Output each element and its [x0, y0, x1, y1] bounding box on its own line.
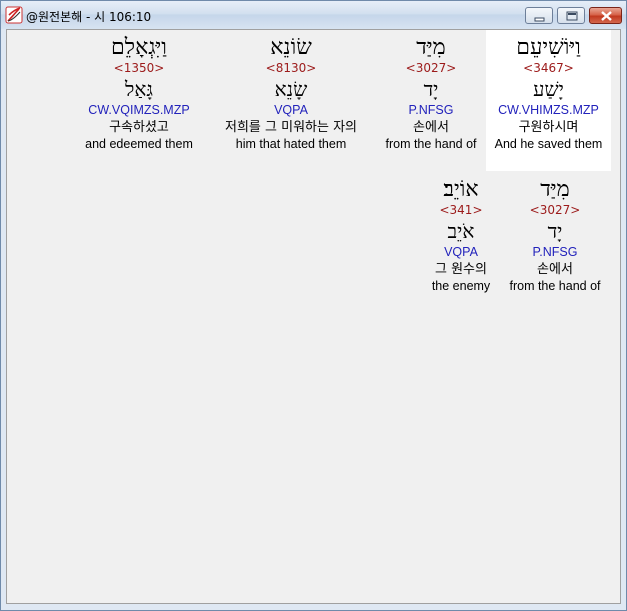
strong-number[interactable]: <3027>: [381, 61, 481, 77]
interlinear-panel[interactable]: וַיּוֹשִׁיעֵם <3467> יָשַׁע CW.VHIMZS.MZ…: [6, 29, 621, 604]
parsing-code: CW.VQIMZS.MZP: [88, 103, 190, 117]
hebrew-word: וַיִּגְאָלֵם: [111, 35, 167, 60]
lemma: אֹיֵב: [447, 219, 475, 243]
word-cell[interactable]: אוֹיֵב׃ <341> אֹיֵב VQPA 그 원수의 the enemy: [423, 172, 499, 313]
strong-number[interactable]: <1350>: [80, 61, 198, 77]
word-cell[interactable]: שׂוֹנֵא <8130> שָׂנֵא VQPA 저희를 그 미워하는 자의…: [208, 30, 374, 171]
hebrew-word: וַיּוֹשִׁיעֵם: [516, 35, 581, 60]
lemma: שָׂנֵא: [274, 77, 308, 101]
english-gloss: And he saved them: [494, 137, 603, 151]
app-feather-icon[interactable]: [5, 6, 23, 24]
title-bar[interactable]: @원전본해 - 시 106:10: [1, 1, 626, 29]
parsing-code: P.NFSG: [408, 103, 454, 117]
lemma: יָשַׁע: [533, 77, 564, 101]
english-gloss: him that hated them: [235, 137, 347, 151]
parsing-code: VQPA: [274, 103, 308, 117]
strong-number[interactable]: <8130>: [208, 61, 374, 77]
parsing-code: CW.VHIMZS.MZP: [498, 103, 599, 117]
maximize-icon: [566, 11, 578, 21]
hebrew-word: שׂוֹנֵא: [270, 35, 312, 60]
parsing-code: P.NFSG: [532, 245, 578, 259]
english-gloss: and edeemed them: [85, 137, 193, 151]
word-cell[interactable]: וַיּוֹשִׁיעֵם <3467> יָשַׁע CW.VHIMZS.MZ…: [486, 30, 611, 171]
korean-gloss: 저희를 그 미워하는 자의: [225, 120, 357, 135]
lemma: יָד: [423, 77, 439, 101]
korean-gloss: 손에서: [413, 120, 449, 135]
korean-gloss: 구속하셨고: [109, 120, 169, 135]
english-gloss: the enemy: [431, 279, 491, 293]
korean-gloss: 그 원수의: [435, 262, 487, 277]
korean-gloss: 구원하시며: [518, 120, 579, 135]
hebrew-word: מִיַּד: [540, 177, 570, 202]
word-cell[interactable]: מִיַּד <3027> יָד P.NFSG 손에서 from the ha…: [381, 30, 481, 171]
parsing-code: VQPA: [444, 245, 478, 259]
close-icon: [601, 11, 612, 21]
app-window: @원전본해 - 시 106:10 וַיּוֹשִׁיעֵם <3467> יָ…: [0, 0, 627, 611]
strong-number[interactable]: <341>: [423, 203, 499, 219]
english-gloss: from the hand of: [385, 137, 477, 151]
hebrew-word: אוֹיֵב׃: [443, 177, 479, 202]
maximize-button[interactable]: [557, 7, 585, 24]
strong-number[interactable]: <3027>: [505, 203, 605, 219]
close-button[interactable]: [589, 7, 622, 24]
hebrew-word: מִיַּד: [416, 35, 446, 60]
minimize-button[interactable]: [525, 7, 553, 24]
strong-number[interactable]: <3467>: [486, 61, 611, 77]
lemma: גָּאַל: [125, 77, 153, 101]
word-cell[interactable]: מִיַּד <3027> יָד P.NFSG 손에서 from the ha…: [505, 172, 605, 313]
english-gloss: from the hand of: [509, 279, 601, 293]
lemma: יָד: [547, 219, 563, 243]
window-title: @원전본해 - 시 106:10: [26, 10, 152, 24]
korean-gloss: 손에서: [537, 262, 573, 277]
word-cell[interactable]: וַיִּגְאָלֵם <1350> גָּאַל CW.VQIMZS.MZP…: [80, 30, 198, 171]
minimize-icon: [534, 17, 545, 22]
